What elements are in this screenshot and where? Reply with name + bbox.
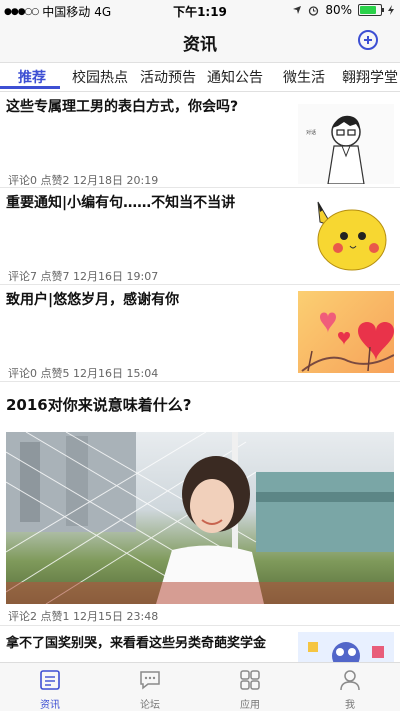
tab-apps[interactable]: 应用 <box>200 663 300 711</box>
list-item[interactable]: 致用户|悠悠岁月，感谢有你 评论0 点赞5 12月16日 15:04 <box>0 285 400 382</box>
girl-goal-net-photo <box>6 432 394 604</box>
hearts-image <box>298 291 394 373</box>
cartoon-image <box>298 632 394 662</box>
bottom-tab-bar: 资讯 论坛 应用 我 <box>0 662 400 711</box>
charging-icon <box>388 5 394 15</box>
status-right: 80% <box>292 3 394 17</box>
tab-news[interactable]: 资讯 <box>0 663 100 711</box>
article-date: 12月15日 23:48 <box>73 610 159 623</box>
news-icon <box>40 670 60 690</box>
status-bar: ●●●○○ 中国移动 4G 下午1:19 80% <box>0 0 400 20</box>
list-item[interactable]: 重要通知|小编有句……不知当不当讲 评论7 点赞7 12月16日 19:07 <box>0 188 400 285</box>
pikachu-image <box>298 192 394 272</box>
tab-apps-label: 应用 <box>240 700 260 711</box>
cartoon-guy-image: 对话 <box>298 104 394 184</box>
comment-count: 评论0 <box>8 174 37 187</box>
article-title[interactable]: 拿不了国奖别哭，来看看这些另类奇葩奖学金 <box>6 632 266 651</box>
comment-count: 评论7 <box>8 270 37 283</box>
location-icon <box>293 6 302 14</box>
like-count: 点赞1 <box>40 610 70 623</box>
comment-count: 评论0 <box>8 367 37 380</box>
alarm-icon <box>309 5 319 16</box>
article-title[interactable]: 致用户|悠悠岁月，感谢有你 <box>6 289 179 309</box>
tab-news-label: 资讯 <box>40 700 60 711</box>
article-date: 12月16日 15:04 <box>73 367 159 380</box>
list-item[interactable]: 这些专属理工男的表白方式，你会吗? 对话 评论0 点赞2 12月18日 20:1… <box>0 92 400 188</box>
article-title[interactable]: 这些专属理工男的表白方式，你会吗? <box>6 96 238 116</box>
category-tabs: 推荐 校园热点 活动预告 通知公告 微生活 翱翔学堂 <box>0 63 400 92</box>
article-date: 12月18日 20:19 <box>73 174 159 187</box>
article-title[interactable]: 重要通知|小编有句……不知当不当讲 <box>6 192 235 212</box>
plus-circle-icon[interactable] <box>358 30 378 50</box>
tab-forum[interactable]: 论坛 <box>100 663 200 711</box>
article-date: 12月16日 19:07 <box>73 270 159 283</box>
battery-percent: 80% <box>325 3 352 17</box>
svg-text:对话: 对话 <box>306 129 316 136</box>
like-count: 点赞5 <box>40 367 70 380</box>
nav-bar: 资讯 <box>0 20 400 63</box>
tab-academy[interactable]: 翱翔学堂 <box>342 67 398 87</box>
like-count: 点赞7 <box>40 270 70 283</box>
article-title[interactable]: 2016对你来说意味着什么? <box>6 394 191 415</box>
like-count: 点赞2 <box>40 174 70 187</box>
active-tab-indicator <box>0 86 60 89</box>
comment-count: 评论2 <box>8 610 37 623</box>
battery-icon <box>358 4 384 16</box>
tab-notices[interactable]: 通知公告 <box>207 67 263 87</box>
grid-apps-icon <box>240 670 260 690</box>
tab-recommend[interactable]: 推荐 <box>18 67 46 87</box>
tab-forum-label: 论坛 <box>140 700 160 711</box>
tab-me[interactable]: 我 <box>300 663 400 711</box>
article-meta: 评论0 点赞2 12月18日 20:19 <box>8 172 158 188</box>
tab-micro-life[interactable]: 微生活 <box>283 67 325 87</box>
list-item[interactable]: 2016对你来说意味着什么? 评论2 点赞1 12月15日 23:48 <box>0 382 400 626</box>
tab-campus-hot[interactable]: 校园热点 <box>72 67 128 87</box>
article-meta: 评论2 点赞1 12月15日 23:48 <box>8 608 158 624</box>
tab-events[interactable]: 活动预告 <box>140 67 196 87</box>
news-feed[interactable]: 这些专属理工男的表白方式，你会吗? 对话 评论0 点赞2 12月18日 20:1… <box>0 92 400 662</box>
article-meta: 评论0 点赞5 12月16日 15:04 <box>8 365 158 381</box>
page-title: 资讯 <box>183 35 217 55</box>
person-icon <box>340 670 360 691</box>
article-meta: 评论7 点赞7 12月16日 19:07 <box>8 268 158 284</box>
tab-me-label: 我 <box>345 700 355 711</box>
list-item[interactable]: 拿不了国奖别哭，来看看这些另类奇葩奖学金 <box>0 626 400 662</box>
chat-bubble-icon <box>140 671 160 690</box>
